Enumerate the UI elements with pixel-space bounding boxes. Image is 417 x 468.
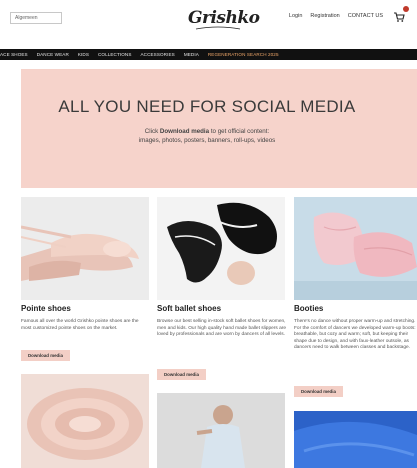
nav-item-kids[interactable]: KIDS	[78, 52, 89, 57]
card-image-accessories[interactable]	[294, 411, 417, 468]
ribbons-image	[21, 374, 149, 468]
brand-logo[interactable]: Grishko	[188, 8, 260, 28]
card-desc-soft-ballet-shoes: Browse our best selling in-stock soft ba…	[157, 319, 287, 338]
account-links: Login Registration CONTACT US	[289, 13, 383, 19]
accessories-image	[294, 411, 417, 468]
nav-item-accessories[interactable]: ACCESSORIES	[141, 52, 175, 57]
card-desc-booties: There's no dance without proper warm-up …	[294, 319, 416, 351]
hero-banner: ALL YOU NEED FOR SOCIAL MEDIA Click Down…	[21, 69, 417, 188]
booties-image	[294, 197, 417, 300]
card-image-pointe-shoes[interactable]	[20, 197, 149, 300]
card-title-pointe-shoes[interactable]: Pointe shoes	[21, 304, 71, 313]
card-desc-pointe-shoes: Famous all over the world Grishko pointe…	[21, 319, 139, 331]
card-image-dance-wear[interactable]	[157, 393, 285, 468]
login-link[interactable]: Login	[289, 13, 302, 19]
cart-badge	[403, 6, 409, 12]
language-select[interactable]: Algemeen	[10, 12, 62, 24]
nav-item-pointe-shoes[interactable]: ACE SHOES	[0, 52, 28, 57]
main-nav: ACE SHOES DANCE WEAR KIDS COLLECTIONS AC…	[0, 49, 417, 60]
download-media-link[interactable]: Download media	[160, 128, 209, 135]
pointe-shoes-image	[20, 197, 149, 300]
hero-subtitle: Click Download media to get official con…	[138, 128, 276, 144]
download-media-button-soft-ballet-shoes[interactable]: Download media	[157, 369, 206, 380]
dance-wear-image	[157, 393, 285, 468]
card-image-ribbons[interactable]	[21, 374, 149, 468]
download-media-button-pointe-shoes[interactable]: Download media	[21, 350, 70, 361]
registration-link[interactable]: Registration	[310, 13, 339, 19]
soft-ballet-shoes-image	[157, 197, 285, 300]
nav-item-regeneration-search[interactable]: REGENERATION SEARCH 2025	[208, 52, 279, 57]
download-media-button-booties[interactable]: Download media	[294, 386, 343, 397]
card-image-soft-ballet-shoes[interactable]	[157, 197, 285, 300]
nav-item-media[interactable]: MEDIA	[184, 52, 199, 57]
hero-title: ALL YOU NEED FOR SOCIAL MEDIA	[58, 97, 356, 116]
card-image-booties[interactable]	[294, 197, 417, 300]
card-title-booties[interactable]: Booties	[294, 304, 323, 313]
logo-swoosh-icon	[195, 26, 241, 30]
card-title-soft-ballet-shoes[interactable]: Soft ballet shoes	[157, 304, 221, 313]
cart-icon[interactable]	[393, 11, 405, 23]
contact-us-link[interactable]: CONTACT US	[348, 13, 383, 19]
top-header: Algemeen Grishko Login Registration CONT…	[0, 0, 417, 40]
nav-item-collections[interactable]: COLLECTIONS	[98, 52, 132, 57]
nav-item-dance-wear[interactable]: DANCE WEAR	[37, 52, 69, 57]
